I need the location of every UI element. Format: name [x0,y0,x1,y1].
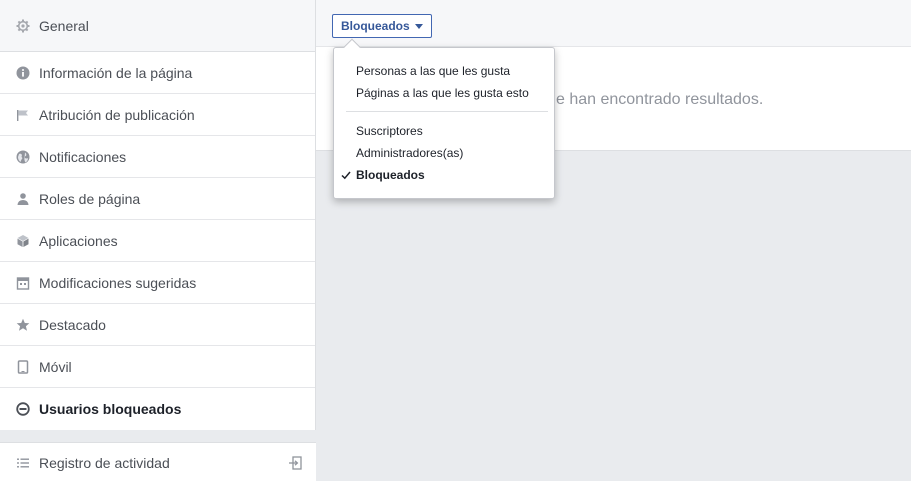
menu-item-people-who-like[interactable]: Personas a las que les gusta [334,60,554,82]
menu-item-pages-that-like[interactable]: Páginas a las que les gusta esto [334,82,554,104]
globe-icon [16,150,30,164]
flag-icon [16,108,30,122]
sidebar-item-suggested-edits[interactable]: Modificaciones sugeridas [0,262,315,304]
chevron-down-icon [414,23,423,29]
sidebar-item-label: Roles de página [39,190,141,207]
sidebar-item-featured[interactable]: Destacado [0,304,315,346]
menu-item-label: Administradores(as) [356,146,464,160]
menu-item-label: Suscriptores [356,124,423,138]
info-icon [16,66,30,80]
list-icon [16,456,30,470]
sidebar-item-blocked-users[interactable]: Usuarios bloqueados [0,388,315,430]
sidebar-item-label: Registro de actividad [39,455,170,471]
person-icon [16,192,30,206]
calendar-icon [16,276,30,290]
sidebar-item-page-roles[interactable]: Roles de página [0,178,315,220]
sidebar-item-post-attribution[interactable]: Atribución de publicación [0,94,315,136]
filter-dropdown-button[interactable]: Bloqueados [332,14,432,38]
star-icon [16,318,30,332]
checkmark-icon [341,170,351,180]
menu-item-subscribers[interactable]: Suscriptores [334,120,554,142]
sidebar-item-notifications[interactable]: Notificaciones [0,136,315,178]
sidebar-item-activity-log[interactable]: Registro de actividad [0,443,316,481]
filter-dropdown-menu: Personas a las que les gusta Páginas a l… [333,38,555,199]
sidebar-item-general[interactable]: General [0,0,315,52]
filter-button-label: Bloqueados [341,19,410,33]
sidebar-item-label: Notificaciones [39,148,127,165]
gear-icon [16,19,30,33]
menu-item-blocked[interactable]: Bloqueados [334,164,554,186]
blocked-icon [16,402,30,416]
empty-results-message: e han encontrado resultados. [556,91,764,108]
sidebar-divider [0,430,316,442]
sidebar-item-label: General [39,17,89,34]
content-header: Bloqueados [316,0,911,47]
settings-nav: General Información de la página Atribuc… [0,0,316,430]
menu-item-label: Personas a las que les gusta [356,64,511,78]
settings-sidebar: General Información de la página Atribuc… [0,0,316,481]
sidebar-item-label: Modificaciones sugeridas [39,274,197,291]
sidebar-item-label: Usuarios bloqueados [39,401,182,417]
sidebar-item-mobile[interactable]: Móvil [0,346,315,388]
menu-item-label: Bloqueados [356,168,425,182]
mobile-icon [16,359,30,374]
menu-item-admins[interactable]: Administradores(as) [334,142,554,164]
cube-icon [16,234,30,248]
menu-separator [346,111,548,112]
sidebar-item-label: Móvil [39,358,72,375]
exit-icon[interactable] [288,456,302,470]
activity-section: Registro de actividad [0,442,316,481]
menu-item-label: Páginas a las que les gusta esto [356,86,529,100]
sidebar-item-apps[interactable]: Aplicaciones [0,220,315,262]
sidebar-item-label: Información de la página [39,64,193,81]
sidebar-item-label: Atribución de publicación [39,106,195,123]
sidebar-item-label: Aplicaciones [39,232,118,249]
sidebar-item-page-info[interactable]: Información de la página [0,52,315,94]
sidebar-item-label: Destacado [39,316,106,333]
